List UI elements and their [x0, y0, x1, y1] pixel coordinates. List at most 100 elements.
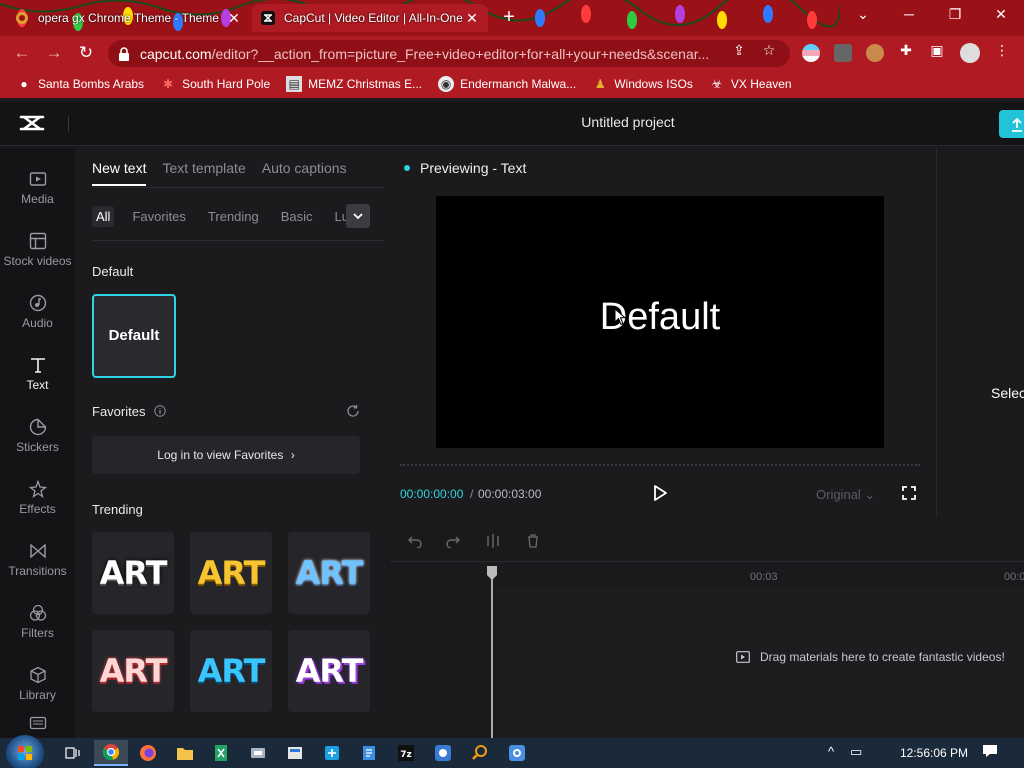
nav-media[interactable]: Media: [0, 160, 75, 222]
nav-audio[interactable]: Audio: [0, 284, 75, 346]
close-icon[interactable]: ✕: [464, 10, 480, 27]
app-taskbar-icon[interactable]: [241, 740, 275, 766]
undo-icon[interactable]: [408, 534, 422, 548]
split-icon[interactable]: [486, 534, 500, 548]
play-icon[interactable]: [652, 484, 668, 502]
firefox-taskbar-icon[interactable]: [131, 740, 165, 766]
chevron-down-icon: ⌄: [864, 487, 876, 502]
capcut-logo-icon[interactable]: [18, 112, 46, 134]
trending-template-card[interactable]: ART: [288, 630, 370, 712]
info-icon[interactable]: [154, 405, 166, 417]
tab-auto-captions[interactable]: Auto captions: [262, 158, 347, 186]
nav-library[interactable]: Library: [0, 656, 75, 718]
transitions-icon: [29, 543, 46, 559]
svg-text:7z: 7z: [400, 750, 412, 760]
trending-template-card[interactable]: ART: [190, 630, 272, 712]
fullscreen-icon[interactable]: [902, 486, 916, 500]
address-bar[interactable]: capcut.com/editor?__action_from=picture_…: [108, 40, 790, 67]
nav-stock-videos[interactable]: Stock videos: [0, 222, 75, 284]
bookmark-endermanch-malware[interactable]: ◉ Endermanch Malwa...: [438, 76, 576, 92]
preview-scrub-bar[interactable]: [400, 464, 920, 468]
app-taskbar-icon[interactable]: [278, 740, 312, 766]
new-tab-plus-icon[interactable]: +: [496, 6, 522, 30]
nav-filters[interactable]: Filters: [0, 594, 75, 656]
stock-videos-icon: [29, 232, 46, 250]
filter-all[interactable]: All: [92, 205, 115, 227]
app-taskbar-icon[interactable]: [500, 740, 534, 766]
filter-favorites[interactable]: Favorites: [128, 206, 189, 227]
app-taskbar-icon[interactable]: [315, 740, 349, 766]
close-icon[interactable]: ✕: [226, 10, 242, 27]
tab-new-text[interactable]: New text: [92, 158, 147, 186]
redo-icon[interactable]: [446, 534, 460, 548]
back-arrow-icon[interactable]: ←: [10, 42, 34, 64]
timeline-ruler[interactable]: 00:03 00:0: [390, 563, 1024, 587]
notifications-icon[interactable]: [982, 744, 998, 761]
bookmark-south-hard-pole[interactable]: ✱ South Hard Pole: [160, 76, 270, 92]
export-upload-button[interactable]: [999, 110, 1024, 138]
aspect-ratio-select[interactable]: Original ⌄: [816, 487, 875, 503]
opera-gx-favicon-icon: [14, 10, 30, 26]
bookmark-windows-isos[interactable]: ♟ Windows ISOs: [592, 76, 693, 92]
window-close-icon[interactable]: ✕: [978, 0, 1024, 28]
extension-avatar-icon[interactable]: [866, 44, 884, 62]
browser-tab-bar: opera gx Chrome Theme - Theme ✕ CapCut |…: [0, 0, 1024, 36]
tab-search-chevron-icon[interactable]: ⌄: [840, 0, 886, 28]
file-explorer-taskbar-icon[interactable]: [168, 740, 202, 766]
nav-transitions[interactable]: Transitions: [0, 532, 75, 594]
nav-effects[interactable]: Effects: [0, 470, 75, 532]
share-icon[interactable]: ⇪: [730, 42, 748, 58]
timecode-separator: /: [470, 487, 474, 501]
search-taskbar-icon[interactable]: [463, 740, 497, 766]
bookmark-santa-bombs-arabs[interactable]: ● Santa Bombs Arabs: [16, 76, 144, 92]
nav-stickers[interactable]: Stickers: [0, 408, 75, 470]
bookmark-star-icon[interactable]: ☆: [760, 42, 778, 58]
browser-toolbar: ← → ↻ capcut.com/editor?__action_from=pi…: [0, 36, 1024, 70]
trending-template-card[interactable]: ART: [190, 532, 272, 614]
tab-capcut-editor[interactable]: CapCut | Video Editor | All-In-One ✕: [252, 4, 488, 32]
project-title[interactable]: Untitled project: [520, 114, 736, 130]
tray-chevron-up-icon[interactable]: ^: [828, 744, 834, 759]
profile-avatar-icon[interactable]: [960, 43, 980, 63]
delete-icon[interactable]: [526, 534, 540, 548]
reload-icon[interactable]: ↻: [74, 42, 98, 64]
login-favorites-button[interactable]: Log in to view Favorites ›: [92, 436, 360, 474]
tab-opera-gx-theme[interactable]: opera gx Chrome Theme - Theme ✕: [6, 4, 250, 32]
refresh-icon[interactable]: [346, 404, 360, 418]
filter-expand-button[interactable]: [346, 204, 370, 228]
minimize-icon[interactable]: ─: [886, 0, 932, 28]
trending-template-card[interactable]: ART: [92, 532, 174, 614]
preview-canvas[interactable]: Default: [436, 196, 884, 448]
extensions-puzzle-icon[interactable]: ✚: [897, 42, 915, 58]
task-view-icon[interactable]: [56, 740, 90, 766]
media-icon: [29, 172, 46, 186]
audio-icon: [29, 294, 46, 312]
7zip-taskbar-icon[interactable]: 7z: [389, 740, 423, 766]
filter-basic[interactable]: Basic: [277, 206, 317, 227]
network-icon[interactable]: ▭: [850, 744, 862, 760]
playhead-line[interactable]: [491, 566, 493, 738]
forward-arrow-icon[interactable]: →: [42, 42, 66, 64]
nav-text[interactable]: Text: [0, 346, 75, 408]
canvas-text[interactable]: Default: [436, 296, 884, 339]
side-panel-icon[interactable]: ▣: [928, 42, 946, 58]
extension-flag-icon[interactable]: [802, 44, 820, 62]
app-taskbar-icon[interactable]: [352, 740, 386, 766]
bookmark-vx-heaven[interactable]: ☣ VX Heaven: [709, 76, 792, 92]
system-clock[interactable]: 12:56:06 PM: [900, 746, 968, 760]
trending-template-card[interactable]: ART: [92, 630, 174, 712]
extension-s-icon[interactable]: [834, 44, 852, 62]
trending-template-card[interactable]: ART: [288, 532, 370, 614]
tab-title: CapCut | Video Editor | All-In-One: [284, 11, 463, 25]
excel-taskbar-icon[interactable]: [204, 740, 238, 766]
restore-icon[interactable]: ❐: [932, 0, 978, 28]
kebab-menu-icon[interactable]: ⋮: [993, 42, 1011, 58]
chrome-taskbar-icon[interactable]: [94, 740, 128, 766]
tab-text-template[interactable]: Text template: [162, 158, 245, 186]
default-text-card[interactable]: Default: [92, 294, 176, 378]
preview-panel: Previewing - Text Default 00:00:00:00 / …: [390, 148, 934, 518]
start-button-windows-icon[interactable]: [6, 735, 44, 768]
filter-trending[interactable]: Trending: [204, 206, 263, 227]
app-taskbar-icon[interactable]: [426, 740, 460, 766]
bookmark-memz-christmas[interactable]: ▤ MEMZ Christmas E...: [286, 76, 422, 92]
